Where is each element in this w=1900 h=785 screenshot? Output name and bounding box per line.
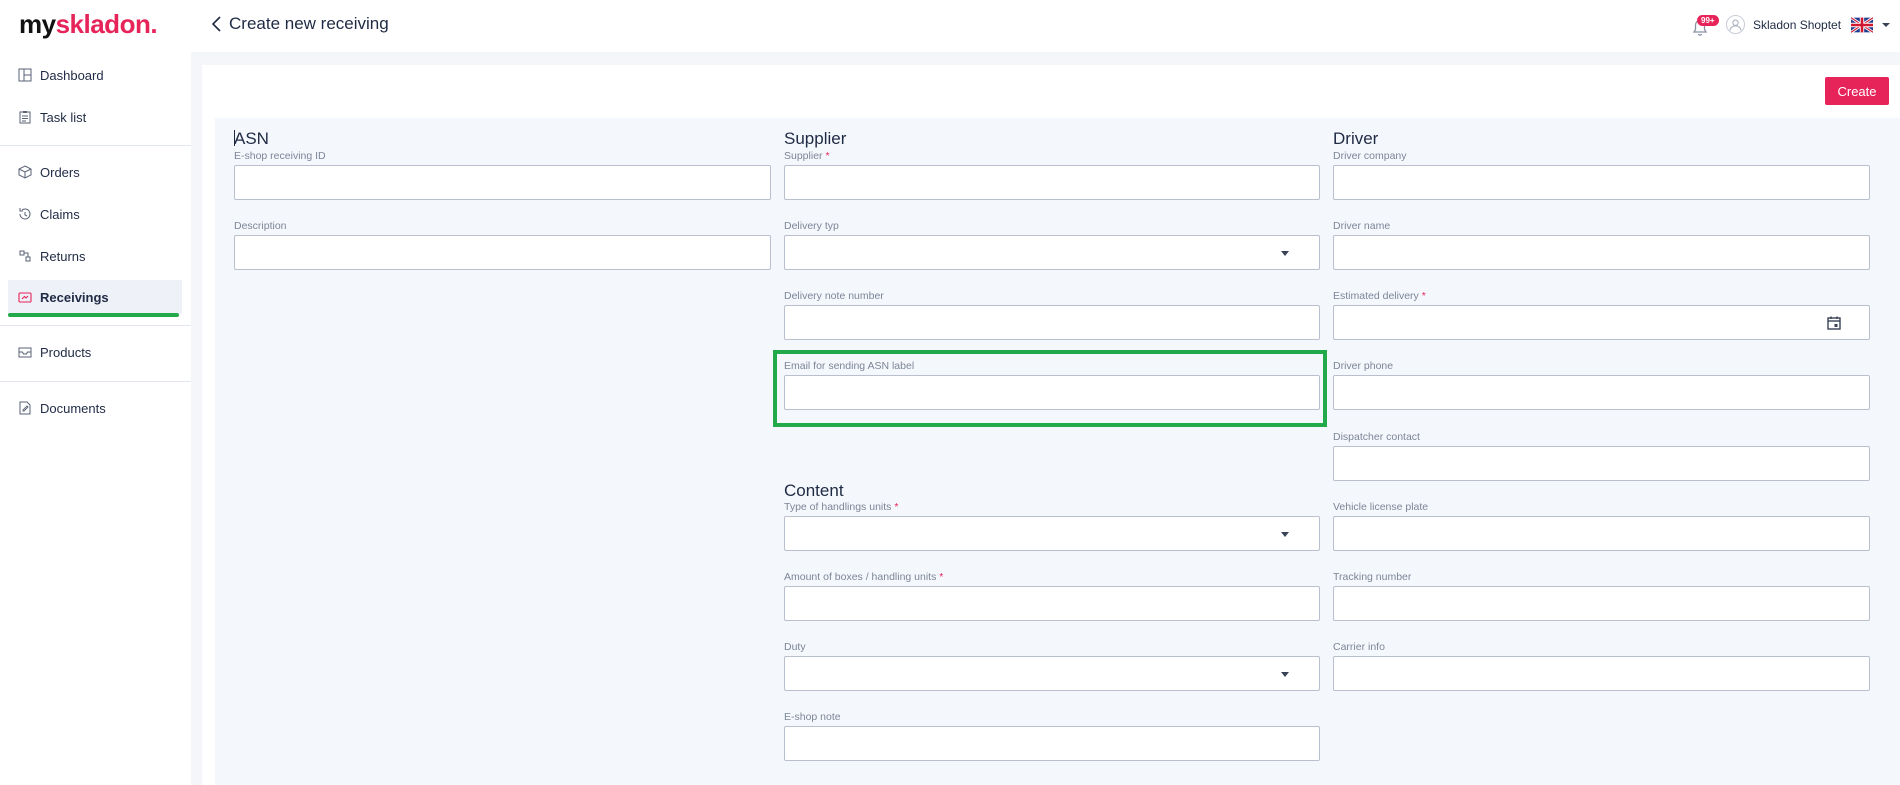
user-name[interactable]: Skladon Shoptet [1753, 18, 1841, 32]
delivery-note-number-input[interactable] [784, 305, 1320, 340]
sidebar-item-documents[interactable]: Documents [8, 391, 182, 425]
sidebar-item-returns[interactable]: Returns [8, 239, 182, 273]
label-delivery-note-number: Delivery note number [784, 290, 884, 302]
sidebar-item-label: Task list [40, 109, 87, 125]
label-dispatcher-contact: Dispatcher contact [1333, 431, 1420, 443]
type-handling-units-select[interactable] [784, 516, 1320, 551]
tracking-number-input[interactable] [1333, 586, 1870, 621]
sidebar-item-claims[interactable]: Claims [8, 197, 182, 231]
sidebar-item-label: Products [40, 344, 92, 360]
chevron-down-icon[interactable] [1881, 21, 1891, 29]
calendar-icon[interactable] [1826, 315, 1842, 331]
section-title-content: Content [784, 481, 844, 500]
sidebar-item-dashboard[interactable]: Dashboard [8, 58, 182, 92]
sidebar-item-label: Dashboard [40, 67, 104, 83]
label-amount-boxes: Amount of boxes / handling units * [784, 571, 944, 583]
label-tracking-number: Tracking number [1333, 571, 1412, 583]
logo-brand: skladon [55, 9, 151, 39]
section-title-asn: ASN [234, 129, 269, 148]
active-indicator [8, 313, 179, 317]
driver-name-input[interactable] [1333, 235, 1870, 270]
label-eshop-receiving-id: E-shop receiving ID [234, 150, 326, 162]
label-eshop-note: E-shop note [784, 711, 841, 723]
carrier-info-input[interactable] [1333, 656, 1870, 691]
section-title-supplier: Supplier [784, 129, 847, 148]
label-driver-company: Driver company [1333, 150, 1407, 162]
sidebar: Dashboard Task list Orders Claims Return… [0, 52, 191, 785]
vehicle-license-plate-input[interactable] [1333, 516, 1870, 551]
logo-suffix: . [150, 9, 158, 39]
label-duty: Duty [784, 641, 806, 653]
dispatcher-contact-input[interactable] [1333, 446, 1870, 481]
description-input[interactable] [234, 235, 771, 270]
email-asn-label-input[interactable] [784, 375, 1320, 410]
notification-badge: 99+ [1697, 15, 1719, 26]
sidebar-item-label: Claims [40, 206, 80, 222]
driver-phone-input[interactable] [1333, 375, 1870, 410]
returns-icon [19, 250, 31, 262]
sidebar-item-orders[interactable]: Orders [8, 155, 182, 189]
supplier-input[interactable] [784, 165, 1320, 200]
back-arrow-icon[interactable] [206, 13, 228, 35]
amount-boxes-input[interactable] [784, 586, 1320, 621]
driver-company-input[interactable] [1333, 165, 1870, 200]
create-button[interactable]: Create [1825, 77, 1889, 105]
uk-flag-icon[interactable] [1851, 17, 1873, 33]
label-email-asn-label: Email for sending ASN label [784, 360, 915, 372]
top-bar: myskladon. Create new receiving 99+ Skla… [0, 0, 1900, 52]
duty-select[interactable] [784, 656, 1320, 691]
sidebar-item-receivings[interactable]: Receivings [8, 280, 182, 314]
claims-icon [19, 208, 31, 220]
page-title: Create new receiving [229, 14, 389, 33]
label-description: Description [234, 220, 287, 232]
inbox-icon [18, 347, 32, 358]
sidebar-item-products[interactable]: Products [8, 335, 182, 369]
sidebar-item-label: Documents [40, 400, 106, 416]
dropdown-caret-icon [1281, 532, 1289, 537]
user-avatar-icon[interactable] [1726, 15, 1745, 34]
label-driver-phone: Driver phone [1333, 360, 1394, 372]
label-driver-name: Driver name [1333, 220, 1391, 232]
sidebar-divider [0, 381, 191, 382]
box-icon [18, 165, 32, 179]
label-type-handling-units: Type of handlings units * [784, 501, 899, 513]
label-supplier: Supplier * [784, 150, 830, 162]
estimated-delivery-datepicker[interactable] [1333, 305, 1870, 340]
delivery-type-select[interactable] [784, 235, 1320, 270]
label-vehicle-license-plate: Vehicle license plate [1333, 501, 1429, 513]
sidebar-item-label: Returns [40, 248, 86, 264]
sidebar-item-task-list[interactable]: Task list [8, 100, 182, 134]
logo[interactable]: myskladon. [19, 9, 158, 40]
sidebar-divider [0, 145, 191, 146]
document-icon [19, 401, 31, 415]
section-title-driver: Driver [1333, 129, 1379, 148]
label-delivery-type: Delivery typ [784, 220, 839, 232]
logo-prefix: my [19, 9, 56, 39]
dashboard-icon [18, 68, 32, 82]
label-carrier-info: Carrier info [1333, 641, 1385, 653]
dropdown-caret-icon [1281, 672, 1289, 677]
sidebar-item-label: Receivings [40, 289, 109, 305]
sidebar-divider [0, 325, 191, 326]
clipboard-icon [19, 111, 31, 124]
label-estimated-delivery: Estimated delivery * [1333, 290, 1426, 302]
text-cursor [234, 130, 235, 146]
sidebar-item-label: Orders [40, 164, 80, 180]
receiving-icon [18, 292, 32, 303]
eshop-note-input[interactable] [784, 726, 1320, 761]
dropdown-caret-icon [1281, 251, 1289, 256]
eshop-receiving-id-input[interactable] [234, 165, 771, 200]
